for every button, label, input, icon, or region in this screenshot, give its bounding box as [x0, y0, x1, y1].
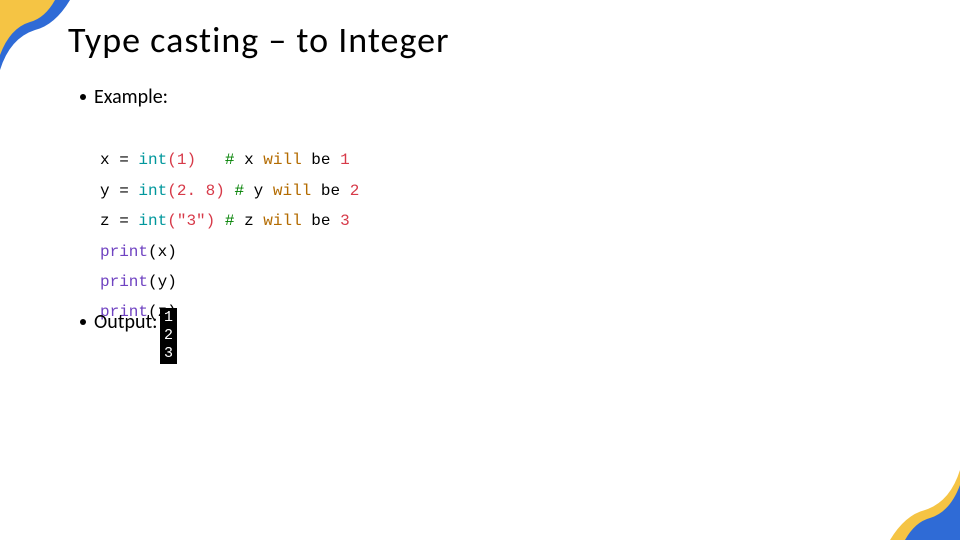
- code-var-z: z: [100, 212, 110, 230]
- code-fn-int: int: [138, 151, 167, 169]
- code-fn-print: print: [100, 243, 148, 261]
- code-var-y: y: [100, 182, 110, 200]
- code-args: (1): [167, 151, 196, 169]
- bullet-output: Output:: [80, 310, 158, 334]
- bullet-dot-icon: [80, 319, 86, 325]
- output-line: 2: [164, 327, 173, 345]
- code-example: x = int(1) # x will be 1 y = int(2. 8) #…: [100, 115, 359, 328]
- output-console: 1 2 3: [160, 308, 177, 364]
- bullet-output-text: Output:: [94, 310, 158, 334]
- slide-title: Type casting – to Integer: [68, 18, 450, 62]
- output-line: 3: [164, 345, 173, 363]
- output-line: 1: [164, 309, 173, 327]
- bullet-dot-icon: [80, 94, 86, 100]
- bullet-example-text: Example:: [94, 85, 168, 109]
- code-var-x: x: [100, 151, 110, 169]
- bullet-example: Example:: [80, 85, 168, 109]
- corner-accent-bottom-right: [890, 470, 960, 540]
- corner-accent-top-left: [0, 0, 70, 70]
